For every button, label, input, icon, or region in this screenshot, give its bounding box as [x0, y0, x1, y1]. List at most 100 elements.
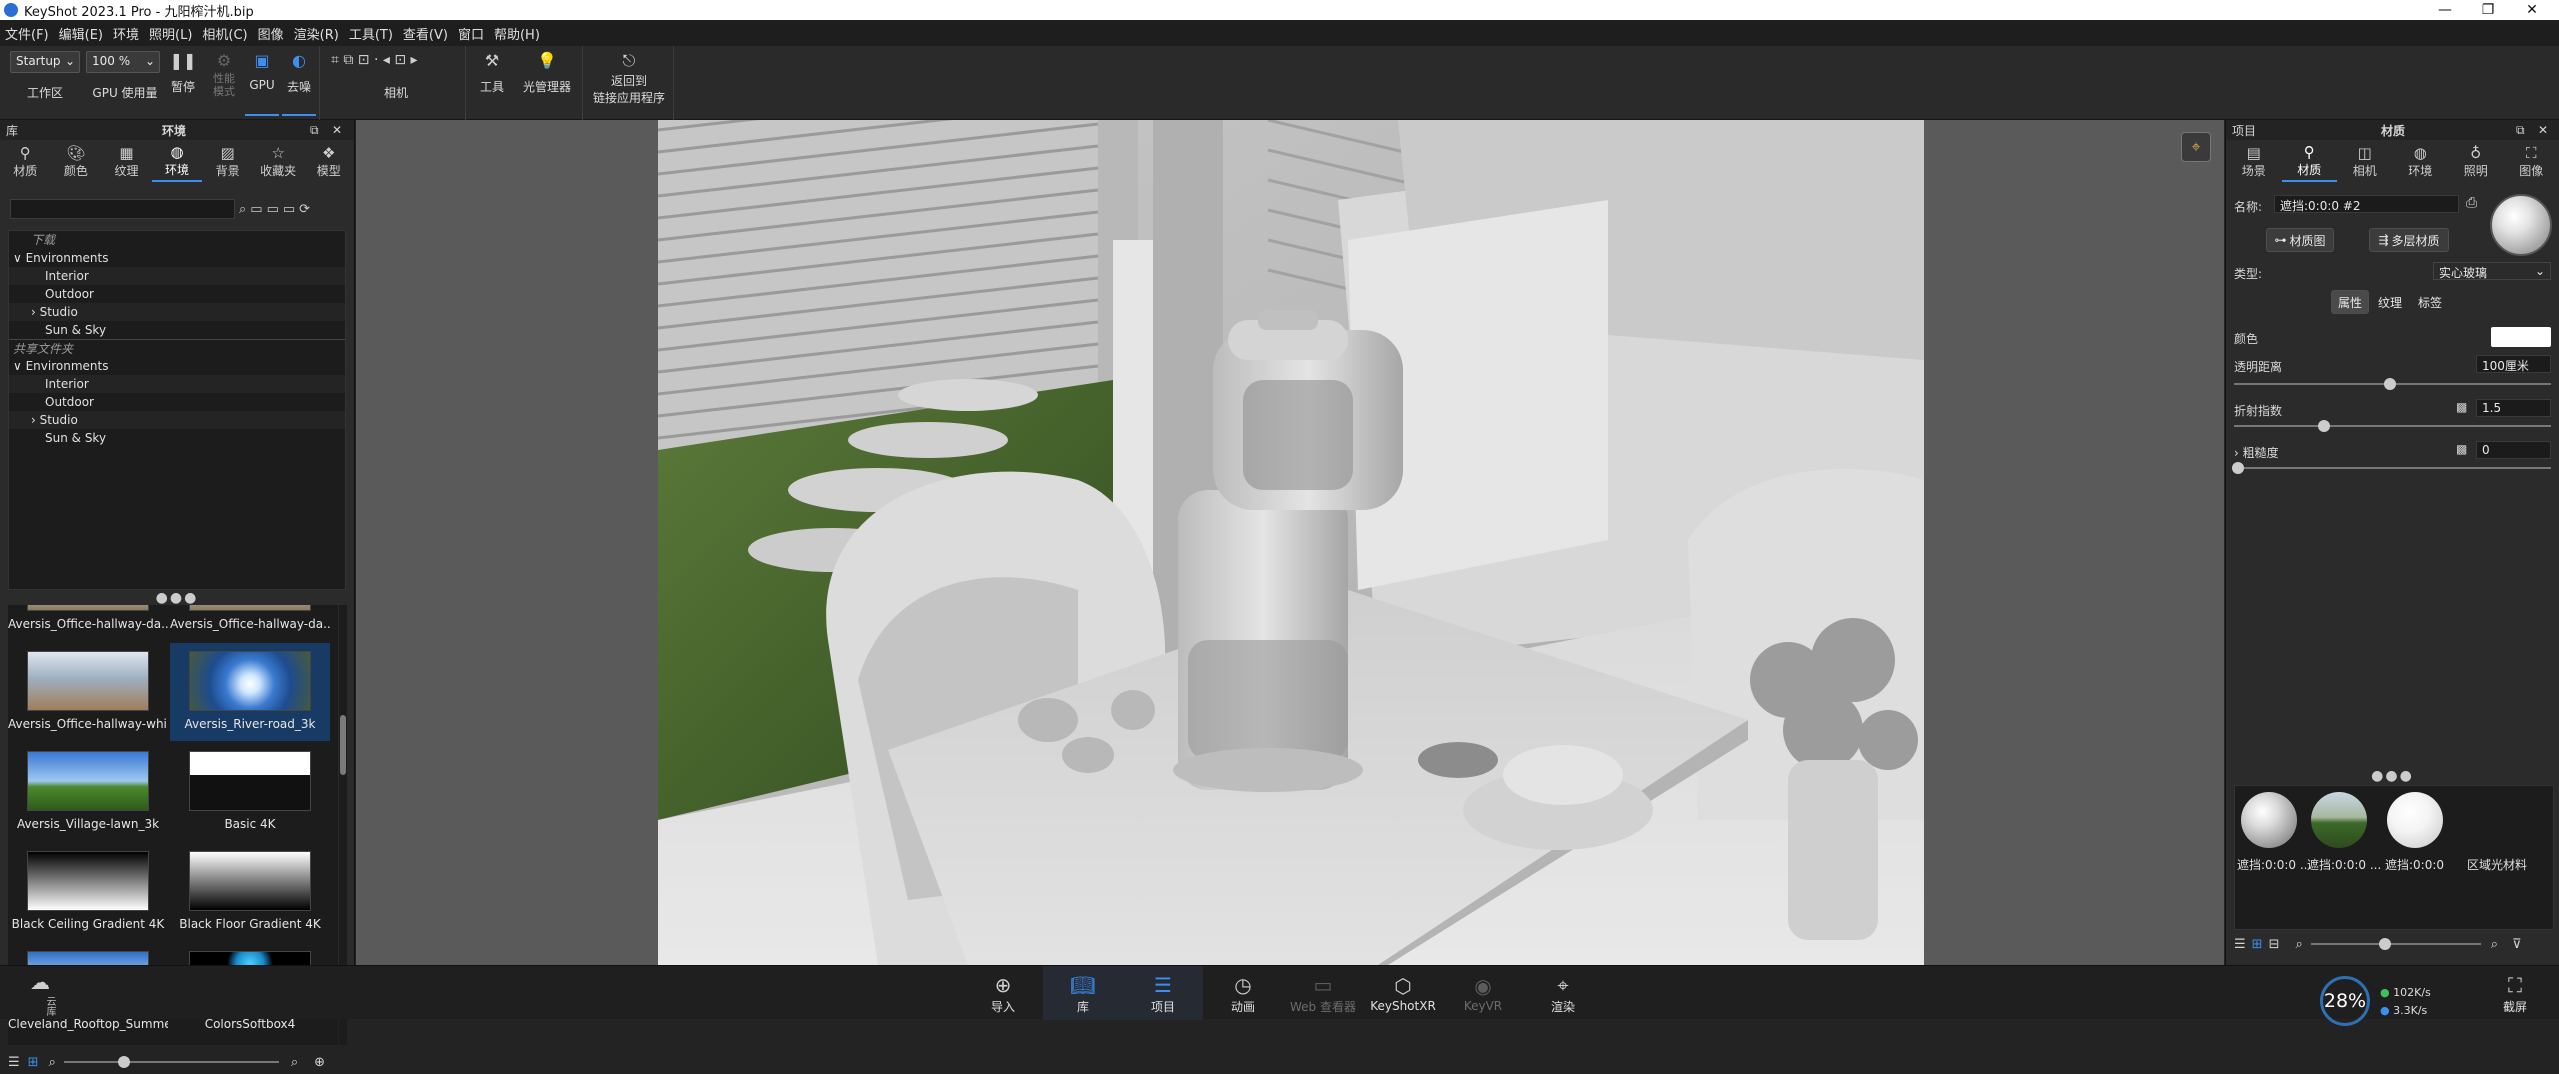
menu-window[interactable]: 窗口: [453, 24, 489, 43]
render-image[interactable]: [658, 120, 1924, 965]
performance-mode-button[interactable]: ⚙ 性能 模式: [206, 50, 242, 98]
undock-icon[interactable]: ⧉: [2516, 123, 2525, 138]
zoom-in-icon[interactable]: ⌕: [2491, 937, 2498, 952]
library-button[interactable]: 📖︎库: [1043, 966, 1123, 1020]
tree-item-sun-sky[interactable]: Sun & Sky: [9, 321, 345, 339]
gpu-usage-button[interactable]: GPU 使用量: [86, 84, 164, 101]
material-name-input[interactable]: 遮挡:0:0:0 #2: [2274, 195, 2459, 213]
restore-button[interactable]: ❐: [2468, 0, 2508, 20]
slider-knob[interactable]: [2384, 378, 2396, 390]
tab-color[interactable]: 🎨︎颜色: [51, 140, 102, 182]
zoom-out-icon[interactable]: ⌕: [2295, 937, 2302, 952]
zoom-in-icon[interactable]: ⌕: [291, 1055, 298, 1070]
thumbnail-size-slider[interactable]: [2311, 943, 2481, 945]
tab-background[interactable]: ▨背景: [202, 140, 253, 182]
material-preview-ball[interactable]: [2490, 194, 2552, 256]
roughness-label[interactable]: › 粗糙度: [2234, 444, 2279, 461]
tree-item-sun-sky[interactable]: Sun & Sky: [9, 429, 345, 447]
splitter-handle[interactable]: ●●●: [2226, 768, 2559, 784]
ior-input[interactable]: 1.5: [2476, 399, 2551, 417]
project-button[interactable]: ☰项目: [1123, 966, 1203, 1020]
tab-material[interactable]: ⚲材质: [2282, 140, 2338, 182]
subtab-labels[interactable]: 标签: [2411, 290, 2449, 314]
cloud-library-icon[interactable]: ☁: [30, 970, 50, 994]
folder-icon[interactable]: ▭: [250, 202, 262, 217]
tab-image[interactable]: ⛶图像: [2504, 140, 2559, 182]
multi-layer-button[interactable]: ⇶多层材质: [2369, 228, 2449, 252]
thumbnail-size-slider[interactable]: [64, 1061, 279, 1063]
gpu-toggle[interactable]: ▣ GPU: [245, 50, 279, 116]
animation-button[interactable]: ◷动画: [1203, 966, 1283, 1020]
menu-file[interactable]: 文件(F): [0, 24, 54, 43]
search-input[interactable]: [10, 199, 235, 219]
environment-thumbnail[interactable]: Black Ceiling Gradient 4K: [8, 843, 168, 941]
add-folder-icon[interactable]: ▭: [267, 202, 279, 217]
camera-lock-icon[interactable]: ⌖: [2181, 132, 2211, 162]
tab-material[interactable]: ⚲材质: [0, 140, 51, 182]
tab-model[interactable]: ❖模型: [303, 140, 354, 182]
tree-item-studio[interactable]: › Studio: [9, 303, 345, 321]
transmission-input[interactable]: 100厘米: [2476, 355, 2551, 373]
screenshot-button[interactable]: ⛶截屏: [2480, 966, 2550, 1020]
folder-up-icon[interactable]: ▭: [283, 202, 295, 217]
tab-camera[interactable]: ◫相机: [2337, 140, 2393, 182]
subtab-texture[interactable]: 纹理: [2371, 290, 2409, 314]
denoise-toggle[interactable]: ◐ 去噪: [282, 50, 316, 116]
subtab-properties[interactable]: 属性: [2331, 290, 2369, 314]
texture-map-icon[interactable]: ▩: [2456, 442, 2467, 456]
close-icon[interactable]: ✕: [332, 123, 342, 137]
environment-thumbnail[interactable]: Basic 4K: [170, 743, 330, 841]
menu-view[interactable]: 查看(V): [398, 24, 453, 43]
transmission-slider[interactable]: [2234, 383, 2551, 385]
tree-folder-environments[interactable]: ∨ Environments: [9, 249, 345, 267]
tree-folder-environments[interactable]: ∨ Environments: [9, 357, 345, 375]
environment-thumbnail[interactable]: Black Floor Gradient 4K: [170, 843, 330, 941]
color-swatch[interactable]: [2491, 327, 2551, 347]
ior-slider[interactable]: [2234, 425, 2551, 427]
tree-item-interior[interactable]: Interior: [9, 267, 345, 285]
menu-render[interactable]: 渲染(R): [289, 24, 344, 43]
search-icon[interactable]: ⌕: [239, 202, 246, 217]
workspace-select[interactable]: Startup ⌄: [10, 51, 80, 73]
tree-view-icon[interactable]: ⊟: [2269, 937, 2280, 952]
light-manager-button[interactable]: 💡 光管理器: [515, 50, 579, 95]
grid-view-icon[interactable]: ⊞: [2252, 937, 2263, 952]
close-icon[interactable]: ✕: [2538, 123, 2548, 137]
menu-edit[interactable]: 编辑(E): [54, 24, 108, 43]
environment-thumbnail[interactable]: Aversis_Office-hallway-da...: [8, 605, 168, 641]
environment-thumbnail-selected[interactable]: Aversis_River-road_3k: [170, 643, 330, 741]
tree-item-interior[interactable]: Interior: [9, 375, 345, 393]
tab-lighting[interactable]: ♁照明: [2448, 140, 2504, 182]
material-ball-3[interactable]: [2387, 792, 2443, 848]
refresh-icon[interactable]: ⟳: [299, 202, 310, 217]
tab-scene[interactable]: ▤场景: [2226, 140, 2282, 182]
slider-knob[interactable]: [2318, 420, 2330, 432]
download-icon[interactable]: ⊕: [314, 1055, 325, 1070]
tab-texture[interactable]: ▦纹理: [101, 140, 152, 182]
keyshotxr-button[interactable]: ⬡KeyShotXR: [1363, 966, 1443, 1020]
menu-environment[interactable]: 环境: [108, 24, 144, 43]
close-window-button[interactable]: ✕: [2512, 0, 2552, 20]
scrollbar-thumb[interactable]: [340, 715, 346, 775]
menu-lighting[interactable]: 照明(L): [144, 24, 197, 43]
environment-thumbnail[interactable]: Aversis_Village-lawn_3k: [8, 743, 168, 841]
keyvr-button[interactable]: ◉KeyVR: [1443, 966, 1523, 1020]
material-ball-2[interactable]: [2311, 792, 2367, 848]
tree-item-outdoor[interactable]: Outdoor: [9, 285, 345, 303]
environment-thumbnail[interactable]: Aversis_Office-hallway-da...: [170, 605, 330, 641]
tab-environment[interactable]: ◍环境: [152, 140, 203, 182]
menu-help[interactable]: 帮助(H): [489, 24, 545, 43]
tab-favorites[interactable]: ☆收藏夹: [253, 140, 304, 182]
slider-knob[interactable]: [2379, 938, 2391, 950]
render-button[interactable]: ⌖渲染: [1523, 966, 1603, 1020]
camera-button[interactable]: 相机: [361, 84, 431, 101]
menu-camera[interactable]: 相机(C): [197, 24, 252, 43]
tools-button[interactable]: ⚒ 工具: [472, 50, 512, 95]
environment-thumbnail[interactable]: Aversis_Office-hallway-whi...: [8, 643, 168, 741]
undock-icon[interactable]: ⧉: [310, 123, 319, 138]
tab-environment[interactable]: ◍环境: [2393, 140, 2449, 182]
texture-map-icon[interactable]: ▩: [2456, 400, 2467, 414]
list-view-icon[interactable]: ☰: [2234, 937, 2246, 952]
grid-view-icon[interactable]: ⊞: [28, 1055, 39, 1070]
zoom-out-icon[interactable]: ⌕: [49, 1055, 56, 1070]
